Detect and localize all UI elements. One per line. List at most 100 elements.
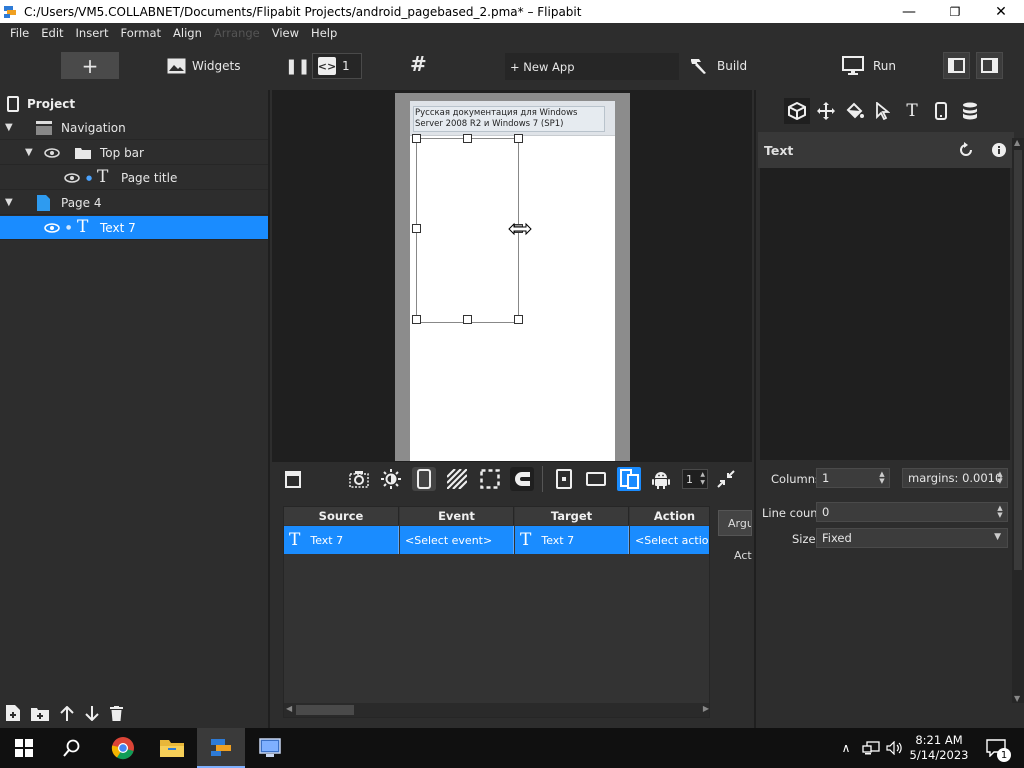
landscape-device-button[interactable]: [584, 467, 608, 491]
new-file-icon[interactable]: [6, 705, 20, 721]
tab-properties[interactable]: [784, 98, 810, 124]
move-up-icon[interactable]: [60, 705, 74, 721]
file-explorer-taskbar-button[interactable]: [148, 728, 196, 768]
size-dropdown[interactable]: Fixed ▼: [816, 528, 1008, 548]
widgets-button[interactable]: Widgets: [167, 54, 241, 78]
page-selector[interactable]: <> 1: [312, 53, 362, 79]
menu-align[interactable]: Align: [167, 26, 208, 40]
flipabit-taskbar-button[interactable]: [197, 728, 245, 768]
resize-handle[interactable]: [412, 315, 421, 324]
info-icon[interactable]: [991, 142, 1007, 158]
clock[interactable]: 8:21 AM 5/14/2023: [908, 728, 970, 768]
tree-item-text-7[interactable]: ● T Text 7: [0, 216, 268, 240]
line-count-input[interactable]: 0 ▲ ▼: [816, 502, 1008, 522]
cell-target[interactable]: T Text 7: [515, 526, 629, 554]
caret-down-icon[interactable]: ▼: [25, 147, 33, 158]
resize-handle[interactable]: [514, 134, 523, 143]
tab-interaction[interactable]: [870, 98, 896, 124]
magnet-button[interactable]: [510, 467, 534, 491]
new-app-button[interactable]: + New App: [505, 53, 679, 80]
trash-icon[interactable]: [110, 705, 123, 721]
spinner-arrows-icon[interactable]: ▲ ▼: [700, 471, 705, 487]
scroll-up-icon[interactable]: ▲: [1014, 138, 1020, 147]
toggle-right-panel-button[interactable]: [976, 52, 1003, 79]
scrollbar-thumb[interactable]: [1014, 150, 1022, 570]
volume-button[interactable]: [884, 728, 906, 768]
start-button[interactable]: [0, 728, 48, 768]
minimize-button[interactable]: —: [886, 0, 932, 23]
resize-handle[interactable]: [514, 315, 523, 324]
menu-insert[interactable]: Insert: [70, 26, 115, 40]
column-action[interactable]: Action: [630, 507, 709, 525]
device-screen[interactable]: Русская документация для Windows Server …: [410, 101, 615, 461]
page-frame-button[interactable]: [281, 467, 305, 491]
menu-help[interactable]: Help: [305, 26, 343, 40]
arguments-tab[interactable]: Arguments: [718, 510, 752, 536]
toggle-left-panel-button[interactable]: [943, 52, 970, 79]
hatch-button[interactable]: [445, 467, 469, 491]
portrait-device-button[interactable]: [552, 467, 576, 491]
grid-button[interactable]: #: [410, 52, 427, 76]
spinner-arrows-icon[interactable]: ▲ ▼: [876, 470, 888, 486]
new-folder-icon[interactable]: [31, 706, 49, 721]
remote-desktop-taskbar-button[interactable]: [246, 728, 294, 768]
cell-event[interactable]: <Select event>: [400, 526, 514, 554]
maximize-button[interactable]: ❐: [932, 0, 978, 23]
tab-text[interactable]: T: [899, 98, 925, 124]
resize-handle[interactable]: [412, 134, 421, 143]
caret-down-icon[interactable]: ▼: [5, 197, 13, 208]
tree-item-navigation[interactable]: ▼ Navigation: [0, 116, 268, 140]
spinner-arrows-icon[interactable]: ▲ ▼: [994, 470, 1006, 486]
tree-item-page-title[interactable]: ● T Page title: [0, 166, 268, 190]
build-button[interactable]: Build: [688, 54, 747, 78]
pause-button[interactable]: ❚❚: [285, 54, 310, 78]
search-button[interactable]: [48, 728, 96, 768]
multi-device-button[interactable]: [617, 467, 641, 491]
tree-item-page-4[interactable]: ▼ Page 4: [0, 191, 268, 215]
eye-icon[interactable]: [64, 172, 80, 183]
network-button[interactable]: [860, 728, 882, 768]
close-button[interactable]: ✕: [978, 0, 1024, 23]
notifications-button[interactable]: 1: [978, 728, 1014, 768]
collapse-button[interactable]: [714, 467, 738, 491]
resize-handle[interactable]: [463, 315, 472, 324]
cell-source[interactable]: T Text 7: [284, 526, 399, 554]
cell-action[interactable]: <Select action>: [630, 526, 709, 554]
menu-file[interactable]: File: [4, 26, 35, 40]
column-event[interactable]: Event: [400, 507, 514, 525]
menu-view[interactable]: View: [266, 26, 305, 40]
phone-preview-button[interactable]: [412, 467, 436, 491]
caret-down-icon[interactable]: ▼: [5, 122, 13, 133]
text-7-selection[interactable]: [416, 138, 519, 323]
scrollbar-thumb[interactable]: [296, 705, 354, 715]
horizontal-scrollbar[interactable]: ◀ ▶: [284, 703, 709, 717]
resize-handle[interactable]: [463, 134, 472, 143]
inspector-scrollbar[interactable]: ▲ ▼: [1012, 138, 1024, 703]
menu-format[interactable]: Format: [115, 26, 168, 40]
scroll-down-icon[interactable]: ▼: [1014, 694, 1020, 703]
tree-item-top-bar[interactable]: ▼ Top bar: [0, 141, 268, 165]
eye-icon[interactable]: [44, 147, 60, 158]
screenshot-button[interactable]: [347, 467, 371, 491]
column-target[interactable]: Target: [515, 507, 629, 525]
spinner-arrows-icon[interactable]: ▲ ▼: [994, 504, 1006, 520]
tab-data[interactable]: [957, 98, 983, 124]
reset-icon[interactable]: [958, 142, 974, 158]
menu-edit[interactable]: Edit: [35, 26, 69, 40]
column-source[interactable]: Source: [284, 507, 399, 525]
eye-icon[interactable]: [44, 222, 60, 233]
margins-input[interactable]: margins: 0.0010 ▲ ▼: [902, 468, 1008, 488]
android-button[interactable]: [649, 467, 673, 491]
show-hidden-icons-button[interactable]: ∧: [836, 728, 856, 768]
zoom-spinbox[interactable]: 1 ▲ ▼: [682, 469, 708, 489]
design-canvas[interactable]: Русская документация для Windows Server …: [272, 90, 752, 462]
selection-bounds-button[interactable]: [478, 467, 502, 491]
run-button[interactable]: Run: [842, 54, 896, 78]
columns-input[interactable]: 1 ▲ ▼: [816, 468, 890, 488]
tab-device[interactable]: [928, 98, 954, 124]
scroll-right-icon[interactable]: ▶: [703, 704, 709, 713]
add-page-button[interactable]: +: [61, 52, 119, 79]
page-title-widget[interactable]: Русская документация для Windows Server …: [413, 106, 605, 132]
tab-transform[interactable]: [813, 98, 839, 124]
chrome-taskbar-button[interactable]: [99, 728, 147, 768]
